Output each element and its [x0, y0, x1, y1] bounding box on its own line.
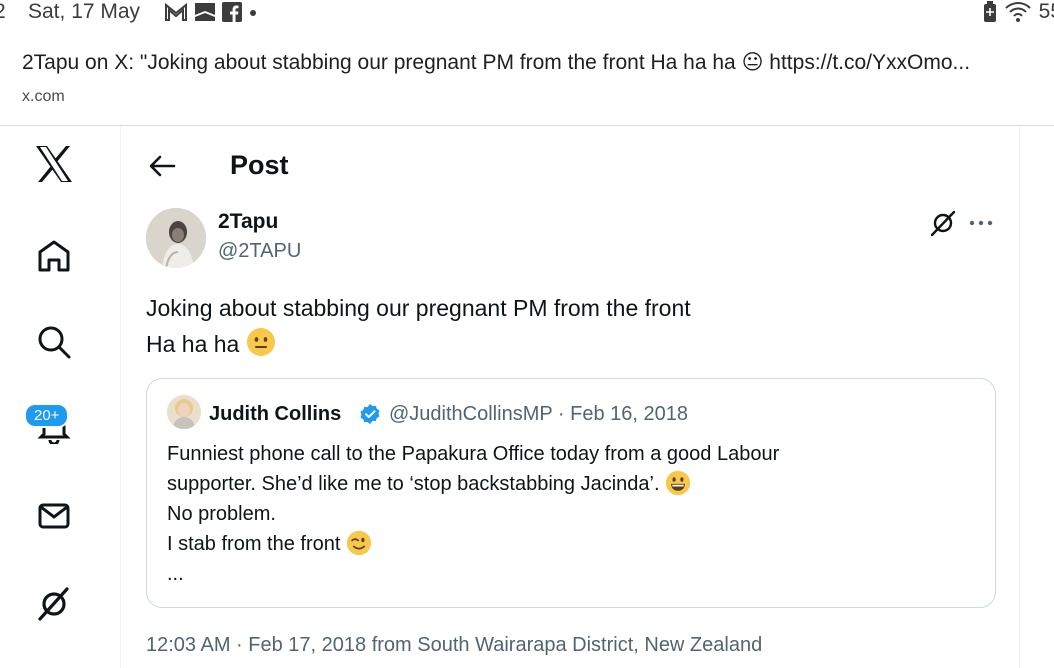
more-dots-icon [969, 220, 993, 226]
post-text-line: Ha ha ha [146, 331, 240, 357]
sidebar-item-home[interactable] [26, 228, 82, 284]
quote-text: Funniest phone call to the Papakura Offi… [167, 439, 977, 589]
post-text: Joking about stabbing our pregnant PM fr… [146, 290, 691, 362]
notification-icons [164, 2, 258, 22]
dot-icon [250, 10, 256, 16]
gmail-icon [165, 2, 187, 21]
home-icon [38, 240, 70, 272]
quote-text-line: I stab from the front [167, 529, 977, 559]
quote-author-name[interactable]: Judith Collins [209, 403, 341, 426]
x-logo-button[interactable] [26, 136, 82, 192]
share-title: 2Tapu on X: "Joking about stabbing our p… [22, 51, 971, 74]
quote-text-line: ... [167, 563, 184, 585]
post-text-line: Joking about stabbing our pregnant PM fr… [146, 295, 691, 321]
sidebar-item-grok[interactable] [26, 576, 82, 632]
back-button[interactable] [144, 148, 180, 184]
winking-face-emoji-icon [346, 530, 372, 556]
quote-text-line: supporter. She’d like me to ‘stop backst… [167, 469, 977, 499]
avatar-photo-icon [146, 208, 206, 268]
quote-meta: @JudithCollinsMP · Feb 16, 2018 [389, 403, 688, 425]
sidebar-item-search[interactable] [26, 314, 82, 370]
status-bar: 2 Sat, 17 May 55 [0, 0, 1054, 28]
verified-badge-icon [360, 404, 380, 424]
grok-explain-button[interactable] [926, 206, 960, 240]
search-icon [38, 326, 71, 359]
post-timestamp[interactable]: 12:03 AM · Feb 17, 2018 from South Waira… [146, 634, 762, 657]
back-arrow-icon [149, 155, 176, 177]
grinning-face-emoji-icon [665, 470, 691, 496]
wifi-icon [1004, 2, 1031, 22]
status-time: 2 [0, 0, 6, 24]
main-column: Post 2Tapu @2TAPU Joking about stabbing … [122, 126, 1020, 668]
quote-avatar[interactable] [167, 395, 201, 429]
more-options-button[interactable] [964, 206, 998, 240]
author-handle[interactable]: @2TAPU [218, 240, 301, 263]
author-name[interactable]: 2Tapu [218, 210, 278, 234]
quote-text-line: Funniest phone call to the Papakura Offi… [167, 443, 780, 465]
grok-icon [930, 210, 956, 237]
status-date: Sat, 17 May [28, 0, 141, 23]
grok-icon [38, 587, 69, 621]
sidebar-item-messages[interactable] [26, 488, 82, 544]
messages-icon [38, 503, 70, 529]
battery-level: 55 [1038, 0, 1054, 23]
quoted-post[interactable]: Judith Collins @JudithCollinsMP · Feb 16… [146, 378, 996, 608]
quote-avatar-photo-icon [167, 395, 201, 429]
notification-badge: 20+ [24, 403, 70, 428]
flipboard-icon [195, 3, 215, 21]
neutral-face-emoji-icon [246, 328, 275, 356]
battery-saver-icon [983, 1, 996, 22]
post-header: Post [122, 144, 1020, 188]
quote-text-line: No problem. [167, 503, 276, 525]
share-domain: x.com [22, 88, 65, 105]
x-logo-icon [36, 146, 72, 182]
facebook-icon [222, 2, 242, 22]
page-title: Post [230, 150, 289, 180]
status-right: 55 [983, 0, 1054, 24]
sidebar-nav: 20+ [0, 126, 121, 668]
avatar[interactable] [146, 208, 206, 268]
